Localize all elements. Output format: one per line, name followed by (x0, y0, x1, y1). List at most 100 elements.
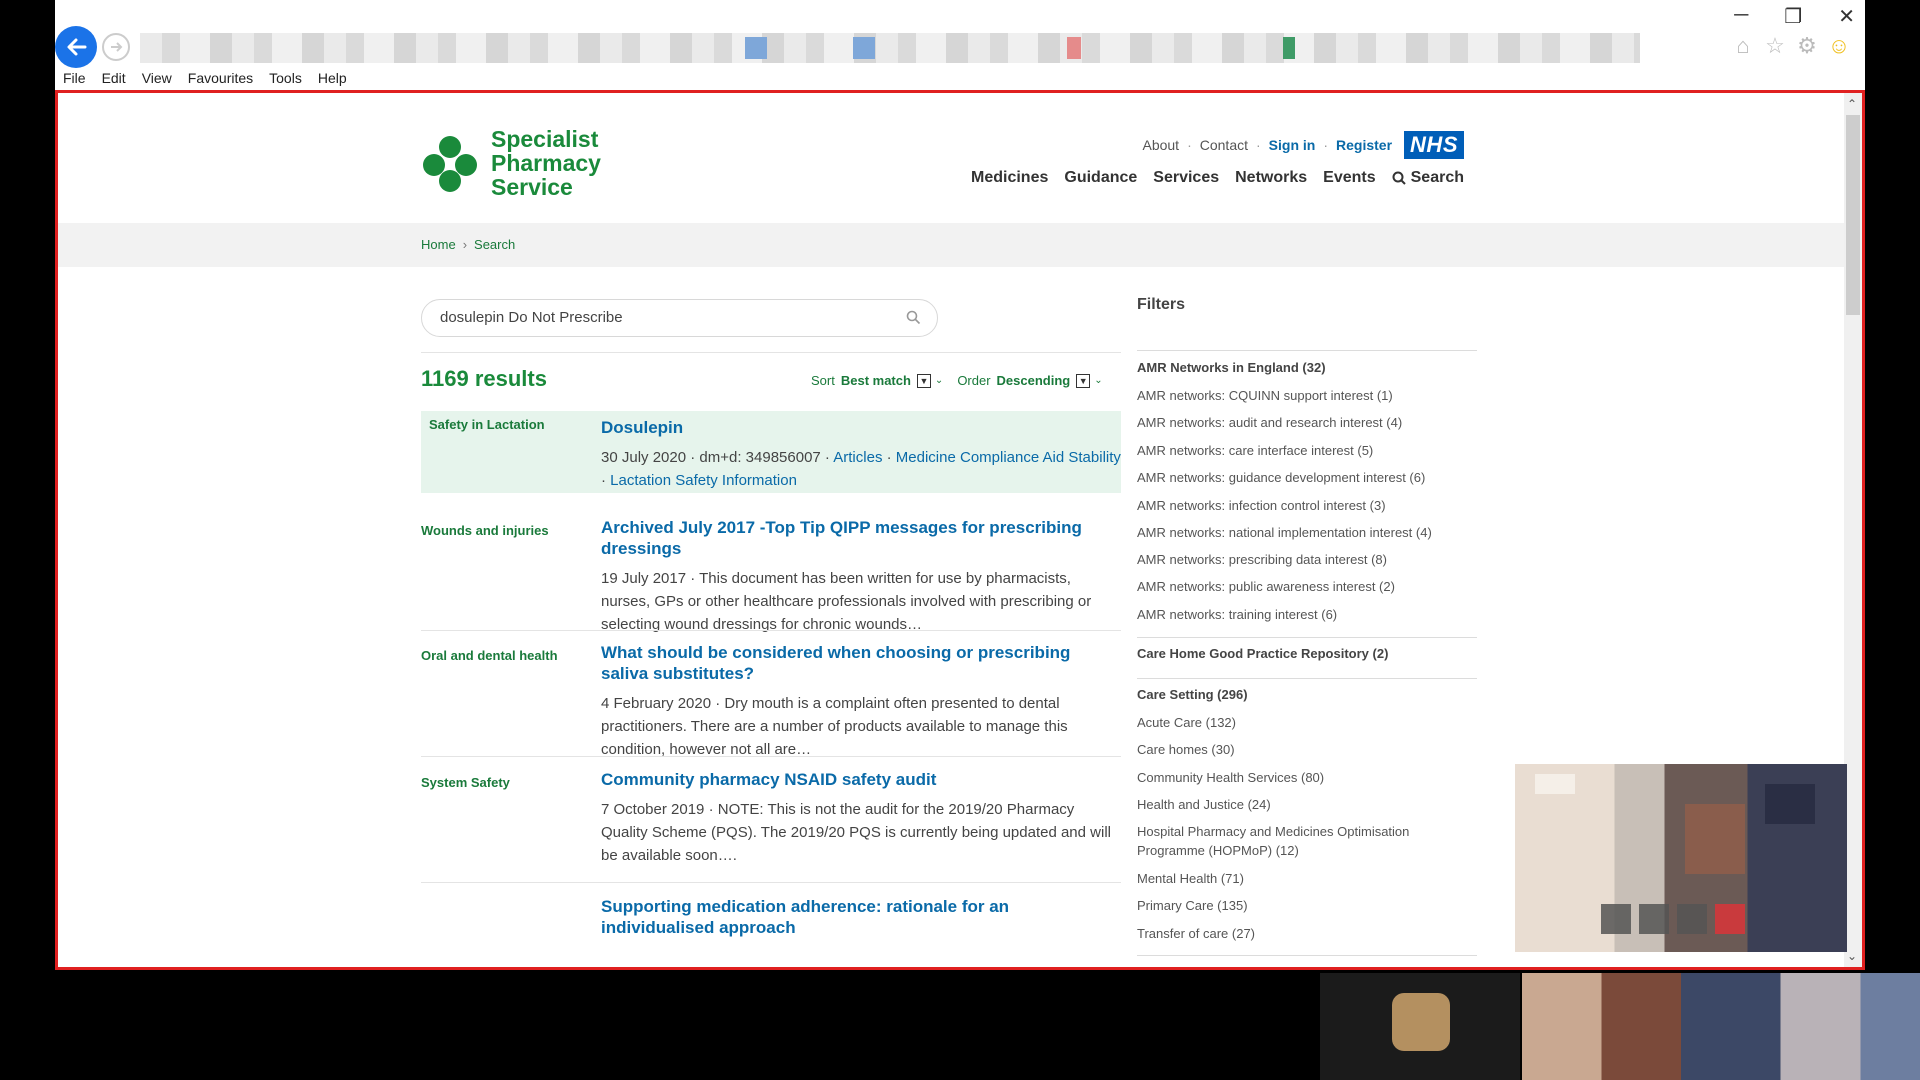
menu-favourites[interactable]: Favourites (188, 70, 253, 86)
order-select[interactable]: Descending (997, 373, 1071, 388)
address-and-tabs-bar[interactable] (140, 33, 1640, 63)
smiley-icon[interactable]: ☺ (1827, 33, 1851, 58)
search-input[interactable] (440, 309, 880, 326)
home-icon[interactable]: ⌂ (1731, 33, 1755, 58)
result-body: Supporting medication adherence: rationa… (601, 896, 1121, 938)
chevron-up-icon[interactable]: ⌃ (1845, 97, 1859, 111)
search-result: Supporting medication adherence: rationa… (421, 896, 1121, 967)
site-logo[interactable]: Specialist Pharmacy Service (421, 127, 601, 199)
filter-option[interactable]: Care homes (30) (1137, 740, 1437, 759)
result-title[interactable]: Community pharmacy NSAID safety audit (601, 769, 1121, 790)
filter-option[interactable]: Acute Care (132) (1137, 713, 1437, 732)
tab-favicon[interactable] (1283, 37, 1295, 59)
result-category[interactable]: System Safety (421, 775, 591, 790)
filter-group-title[interactable]: AMR Networks in England (32) (1137, 360, 1326, 375)
nav-guidance[interactable]: Guidance (1064, 169, 1137, 187)
filter-option[interactable]: Primary Care (135) (1137, 896, 1437, 915)
result-tag-link[interactable]: Lactation Safety Information (610, 472, 797, 489)
video-call-window[interactable] (1515, 764, 1847, 952)
logo-line: Service (491, 174, 573, 200)
divider (1137, 350, 1477, 351)
contact-link[interactable]: Contact (1200, 137, 1248, 153)
divider (421, 630, 1121, 631)
filter-option[interactable]: AMR networks: care interface interest (5… (1137, 441, 1437, 460)
back-button[interactable] (55, 26, 97, 68)
nav-search[interactable]: Search (1392, 169, 1464, 187)
result-description: 7 October 2019 · NOTE: This is not the a… (601, 801, 1111, 864)
tab-favicon[interactable] (745, 37, 767, 59)
nav-medicines[interactable]: Medicines (971, 169, 1048, 187)
menu-view[interactable]: View (142, 70, 172, 86)
search-result: Wounds and injuries Archived July 2017 -… (421, 517, 1121, 633)
filter-option[interactable]: AMR networks: training interest (6) (1137, 605, 1437, 624)
microphone-icon[interactable] (1639, 904, 1669, 934)
divider (1137, 637, 1477, 638)
chevron-down-icon: ⌄ (934, 375, 944, 386)
filter-option[interactable]: AMR networks: guidance development inter… (1137, 468, 1437, 487)
logo-line: Pharmacy (491, 150, 601, 176)
participant-thumbnail[interactable] (1320, 973, 1520, 1080)
search-submit-button[interactable] (906, 310, 921, 330)
restore-icon[interactable]: ❐ (1784, 4, 1802, 29)
result-title[interactable]: Archived July 2017 -Top Tip QIPP message… (601, 517, 1121, 559)
nav-networks[interactable]: Networks (1235, 169, 1307, 187)
tab-favicon[interactable] (1067, 37, 1081, 59)
breadcrumb-bar: Home › Search (58, 223, 1844, 267)
filter-group-title[interactable]: Care Home Good Practice Repository (2) (1137, 646, 1388, 661)
result-category[interactable]: Safety in Lactation (429, 417, 599, 432)
result-description: 4 February 2020 · Dry mouth is a complai… (601, 695, 1068, 758)
minimize-icon[interactable]: ─ (1734, 4, 1748, 29)
result-title[interactable]: Dosulepin (601, 417, 1121, 438)
filter-option[interactable]: AMR networks: audit and research interes… (1137, 413, 1437, 432)
filter-option[interactable]: AMR networks: public awareness interest … (1137, 577, 1437, 596)
filter-option[interactable]: Community Health Services (80) (1137, 768, 1437, 787)
participant-thumbnail[interactable] (1522, 973, 1920, 1080)
camera-icon[interactable] (1601, 904, 1631, 934)
filter-option[interactable]: AMR networks: prescribing data interest … (1137, 550, 1437, 569)
forward-button[interactable] (102, 33, 130, 61)
result-tag-link[interactable]: Articles (833, 449, 882, 466)
filter-option[interactable]: AMR networks: infection control interest… (1137, 496, 1437, 515)
filter-option[interactable]: Health and Justice (24) (1137, 795, 1437, 814)
chevron-down-icon[interactable]: ⌄ (1845, 949, 1859, 963)
about-link[interactable]: About (1142, 137, 1179, 153)
filter-option[interactable]: AMR networks: CQUINN support interest (1… (1137, 386, 1437, 405)
dropdown-arrow-icon[interactable]: ▼ (1076, 373, 1091, 388)
breadcrumb-home[interactable]: Home (421, 237, 456, 252)
filter-group-title[interactable]: Care Setting (296) (1137, 687, 1248, 702)
menu-bar: File Edit View Favourites Tools Help (63, 70, 347, 86)
close-icon[interactable]: ✕ (1838, 4, 1855, 29)
breadcrumb: Home › Search (421, 237, 515, 252)
breadcrumb-current[interactable]: Search (474, 237, 515, 252)
menu-file[interactable]: File (63, 70, 86, 86)
site-logo-text: Specialist Pharmacy Service (491, 127, 601, 199)
scrollbar-thumb[interactable] (1846, 115, 1860, 315)
tab-favicon[interactable] (853, 37, 875, 59)
result-category[interactable]: Wounds and injuries (421, 523, 591, 538)
filter-option[interactable]: Mental Health (71) (1137, 869, 1437, 888)
result-tag-link[interactable]: Medicine Compliance Aid Stability (896, 449, 1121, 466)
star-icon[interactable]: ☆ (1763, 33, 1787, 58)
nhs-logo[interactable]: NHS (1404, 131, 1464, 159)
nav-events[interactable]: Events (1323, 169, 1375, 187)
menu-help[interactable]: Help (318, 70, 347, 86)
dropdown-arrow-icon[interactable]: ▼ (916, 373, 931, 388)
forward-arrow-icon (111, 42, 123, 52)
nav-services[interactable]: Services (1153, 169, 1219, 187)
sort-controls: Sort Best match ▼ ⌄ Order Descending ▼ ⌄ (811, 373, 1111, 388)
filter-option[interactable]: AMR networks: national implementation in… (1137, 523, 1437, 542)
hang-up-icon[interactable] (1715, 904, 1745, 934)
register-link[interactable]: Register (1336, 137, 1392, 153)
result-category[interactable]: Oral and dental health (421, 648, 591, 663)
menu-edit[interactable]: Edit (102, 70, 126, 86)
more-icon[interactable] (1677, 904, 1707, 934)
filter-option[interactable]: Transfer of care (27) (1137, 924, 1437, 943)
search-box (421, 299, 938, 337)
result-title[interactable]: Supporting medication adherence: rationa… (601, 896, 1121, 938)
sign-in-link[interactable]: Sign in (1269, 137, 1316, 153)
gear-icon[interactable]: ⚙ (1795, 33, 1819, 58)
filter-option[interactable]: Hospital Pharmacy and Medicines Optimisa… (1137, 822, 1437, 860)
menu-tools[interactable]: Tools (269, 70, 302, 86)
result-title[interactable]: What should be considered when choosing … (601, 642, 1121, 684)
sort-select[interactable]: Best match (841, 373, 911, 388)
